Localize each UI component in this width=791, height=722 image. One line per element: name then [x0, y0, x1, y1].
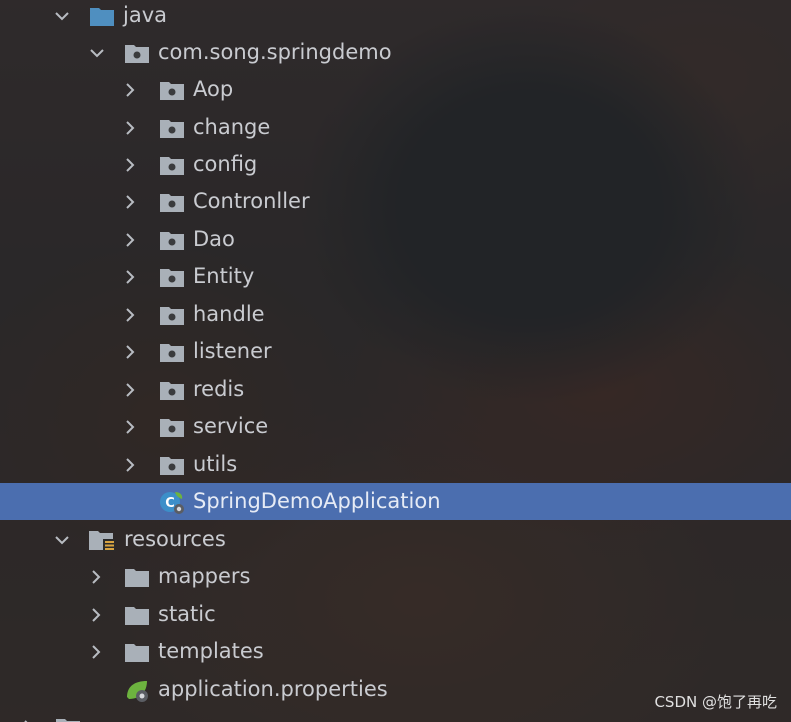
chevron-right-icon[interactable] [120, 417, 140, 437]
spring-boot-class-icon: C [158, 490, 186, 514]
tree-node-label: application.properties [158, 677, 388, 701]
package-folder-icon [158, 153, 186, 177]
chevron-down-icon[interactable] [52, 530, 72, 550]
tree-node-templates[interactable]: templates [0, 633, 791, 670]
package-folder-icon [158, 378, 186, 402]
tree-node-label: Aop [193, 77, 234, 101]
tree-node-label: java [123, 3, 167, 27]
tree-node-label: templates [158, 639, 264, 663]
tree-node-label: SpringDemoApplication [193, 489, 441, 513]
chevron-right-icon[interactable] [86, 567, 106, 587]
tree-node-resources[interactable]: resources [0, 521, 791, 558]
spring-properties-icon [123, 678, 151, 702]
tree-node-entity[interactable]: Entity [0, 258, 791, 295]
tree-node-label: resources [124, 527, 226, 551]
tree-node-static[interactable]: static [0, 596, 791, 633]
tree-node-label: static [158, 602, 216, 626]
tree-node-label: handle [193, 302, 265, 326]
tree-node-service[interactable]: service [0, 408, 791, 445]
tree-node-dao[interactable]: Dao [0, 221, 791, 258]
package-folder-icon [158, 340, 186, 364]
tree-node-contronller[interactable]: Contronller [0, 183, 791, 220]
package-icon [123, 41, 151, 65]
tree-node-label: listener [193, 339, 272, 363]
chevron-right-icon[interactable] [120, 380, 140, 400]
tree-node-aop[interactable]: Aop [0, 71, 791, 108]
chevron-right-icon[interactable] [120, 192, 140, 212]
package-folder-icon [158, 78, 186, 102]
chevron-down-icon[interactable] [87, 43, 107, 63]
tree-node-spring-demo-application[interactable]: C SpringDemoApplication [0, 483, 791, 520]
resources-folder-icon [88, 528, 116, 552]
chevron-right-icon[interactable] [120, 230, 140, 250]
tree-node-label: utils [193, 452, 238, 476]
package-folder-icon [158, 415, 186, 439]
chevron-right-icon[interactable] [120, 155, 140, 175]
package-folder-icon [158, 453, 186, 477]
tree-node-label: com.song.springdemo [158, 40, 392, 64]
package-folder-icon [158, 190, 186, 214]
chevron-right-icon [18, 717, 38, 722]
chevron-right-icon[interactable] [86, 642, 106, 662]
tree-node-handle[interactable]: handle [0, 296, 791, 333]
tree-node-redis[interactable]: redis [0, 371, 791, 408]
tree-node-label: change [193, 115, 271, 139]
tree-node-package[interactable]: com.song.springdemo [0, 34, 791, 71]
tree-node-utils[interactable]: utils [0, 446, 791, 483]
chevron-right-icon[interactable] [120, 342, 140, 362]
chevron-right-icon[interactable] [120, 305, 140, 325]
tree-node-label: Contronller [193, 189, 310, 213]
watermark-text: CSDN @饱了再吃 [654, 693, 777, 711]
tree-node-change[interactable]: change [0, 109, 791, 146]
package-folder-icon [158, 303, 186, 327]
chevron-right-icon[interactable] [86, 605, 106, 625]
tree-node-label: mappers [158, 564, 251, 588]
package-folder-icon [158, 265, 186, 289]
tree-node-label: config [193, 152, 258, 176]
package-folder-icon [158, 228, 186, 252]
tree-node-listener[interactable]: listener [0, 333, 791, 370]
folder-icon [123, 565, 151, 589]
chevron-down-icon[interactable] [52, 6, 72, 26]
folder-icon [54, 715, 82, 722]
chevron-right-icon[interactable] [120, 455, 140, 475]
tree-node-label: Dao [193, 227, 235, 251]
chevron-right-icon[interactable] [120, 267, 140, 287]
tree-node-java[interactable]: java [0, 0, 791, 34]
tree-node-config[interactable]: config [0, 146, 791, 183]
folder-icon [123, 603, 151, 627]
chevron-right-icon[interactable] [120, 118, 140, 138]
project-tree-panel: java com.song.springdemo Aop change conf… [0, 0, 791, 722]
tree-node-label: service [193, 414, 269, 438]
package-folder-icon [158, 116, 186, 140]
svg-text:C: C [165, 496, 175, 511]
tree-node-mappers[interactable]: mappers [0, 558, 791, 595]
folder-icon [123, 640, 151, 664]
tree-node-label: redis [193, 377, 245, 401]
tree-node-label: Entity [193, 264, 255, 288]
chevron-right-icon[interactable] [120, 80, 140, 100]
source-folder-icon [88, 4, 116, 28]
